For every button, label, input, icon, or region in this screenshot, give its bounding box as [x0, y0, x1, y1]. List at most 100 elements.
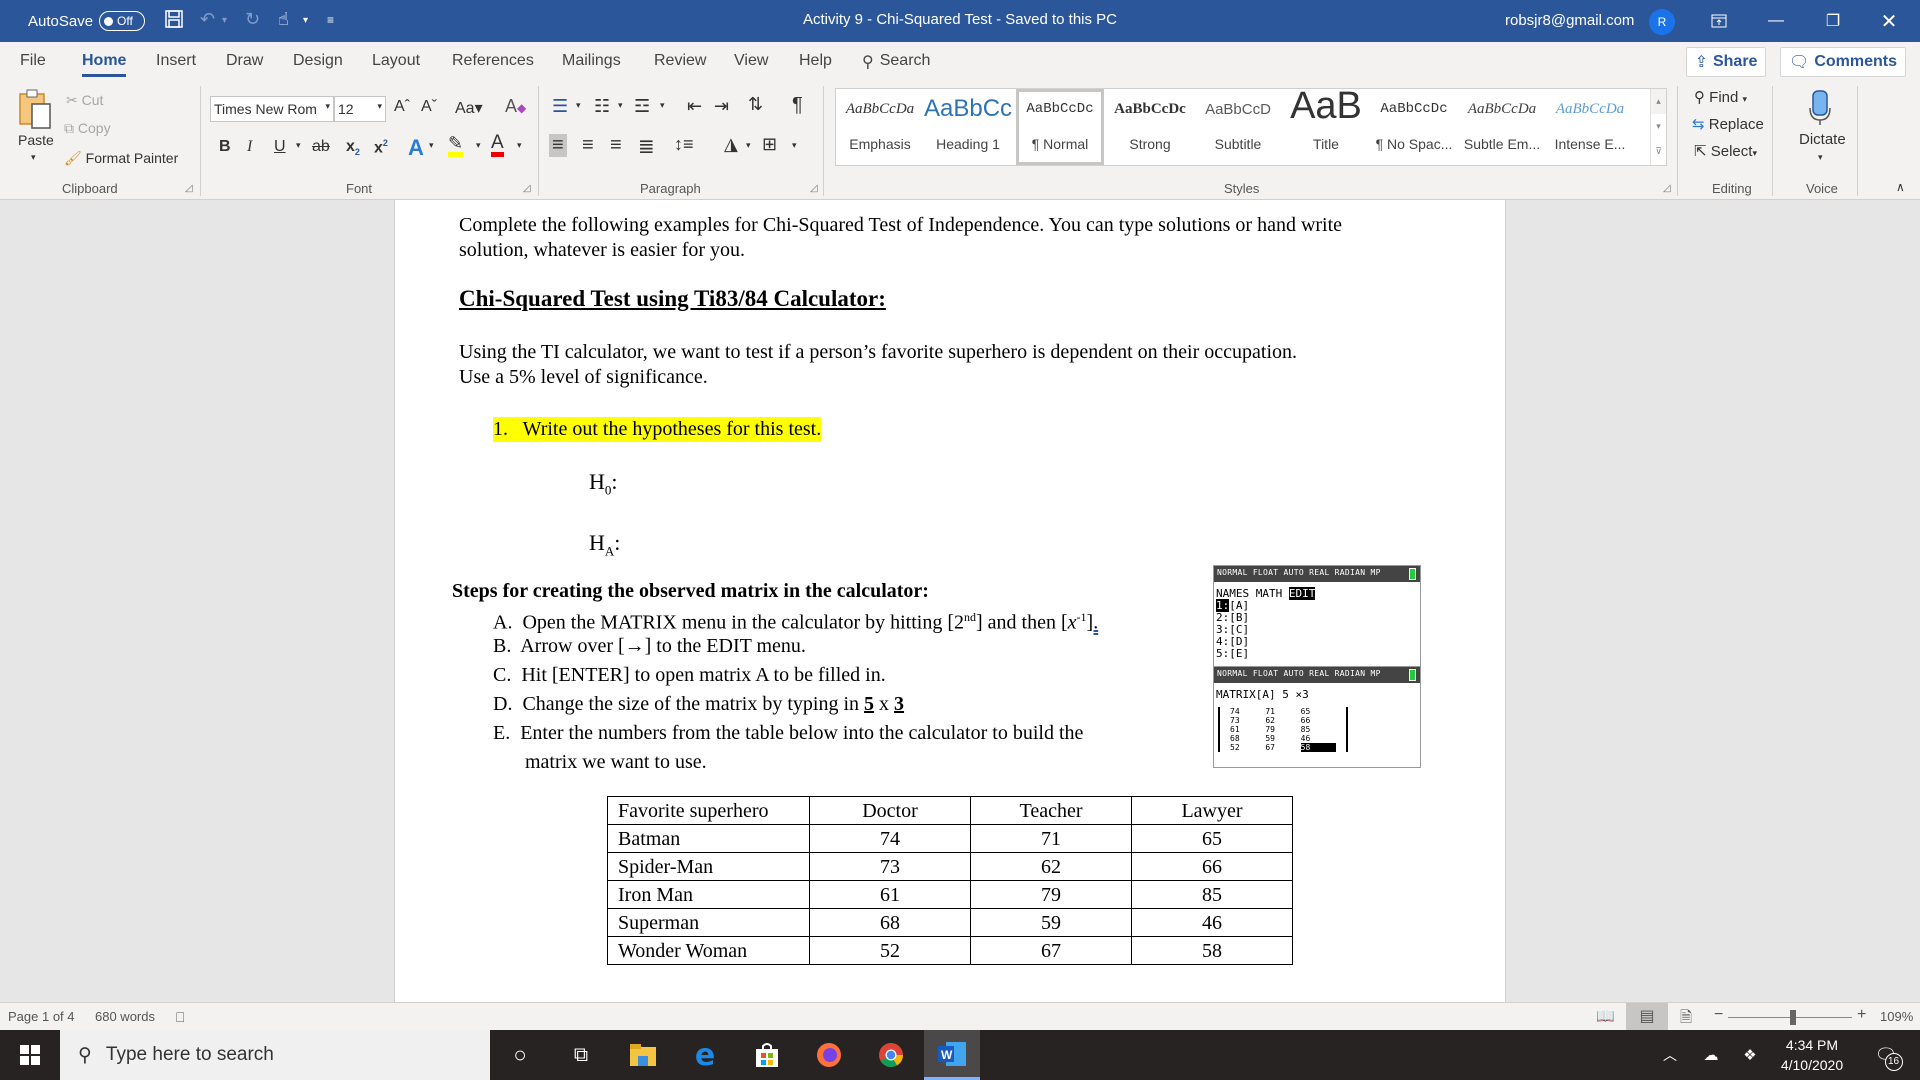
font-color-icon[interactable]: A	[491, 133, 504, 157]
style-no-spacing[interactable]: AaBbCcDc ¶ No Spac...	[1370, 89, 1458, 165]
tab-draw[interactable]: Draw	[226, 52, 263, 70]
font-color-dropdown-icon[interactable]: ▾	[517, 140, 522, 151]
font-launcher-icon[interactable]: ◿	[523, 183, 531, 194]
word-count[interactable]: 680 words	[95, 1009, 155, 1024]
style-title[interactable]: AaB Title	[1282, 85, 1370, 165]
style-normal[interactable]: AaBbCcDc ¶ Normal	[1016, 89, 1104, 165]
document-page[interactable]: Complete the following examples for Chi-…	[394, 200, 1506, 1002]
underline-icon[interactable]: U	[274, 138, 286, 156]
minimize-icon[interactable]: —	[1753, 6, 1799, 36]
clipboard-launcher-icon[interactable]: ◿	[185, 183, 193, 194]
share-button[interactable]: ⇪ Share	[1686, 47, 1766, 77]
edge-icon[interactable]: e	[677, 1030, 733, 1080]
subscript-icon[interactable]: x2	[346, 138, 360, 157]
line-spacing-icon[interactable]: ↕≡	[674, 134, 694, 155]
shading-icon[interactable]: ◮	[724, 134, 738, 155]
highlight-icon[interactable]: ✎	[448, 134, 464, 157]
account-email[interactable]: robsjr8@gmail.com	[1505, 12, 1634, 29]
scroll-up-icon[interactable]: ▴	[1651, 89, 1666, 114]
chrome-icon[interactable]	[863, 1030, 919, 1080]
align-right-icon[interactable]: ≡	[610, 134, 622, 157]
search-box[interactable]: ⚲ Search	[862, 52, 930, 72]
find-button[interactable]: ⚲ Find ▾	[1694, 88, 1747, 106]
file-explorer-icon[interactable]	[615, 1030, 671, 1080]
numbering-dropdown-icon[interactable]: ▾	[618, 100, 623, 111]
scroll-down-icon[interactable]: ▾	[1651, 114, 1666, 139]
close-icon[interactable]: ✕	[1866, 6, 1912, 36]
replace-button[interactable]: ⇆ Replace	[1692, 115, 1764, 133]
clock[interactable]: 4:34 PM 4/10/2020	[1768, 1035, 1856, 1075]
avatar[interactable]: R	[1649, 9, 1675, 35]
tab-review[interactable]: Review	[654, 52, 706, 70]
font-size-select[interactable]: 12 ▾	[334, 96, 386, 122]
font-name-select[interactable]: Times New Rom ▾	[210, 96, 334, 122]
shrink-font-icon[interactable]: Aˇ	[421, 98, 437, 116]
underline-dropdown-icon[interactable]: ▾	[296, 140, 301, 151]
tab-help[interactable]: Help	[799, 52, 832, 70]
decrease-indent-icon[interactable]: ⇤	[687, 96, 702, 117]
tab-mailings[interactable]: Mailings	[562, 52, 621, 70]
styles-launcher-icon[interactable]: ◿	[1663, 183, 1671, 194]
change-case-button[interactable]: Aa▾	[455, 98, 483, 118]
borders-icon[interactable]: ⊞	[762, 134, 777, 155]
text-effects-icon[interactable]: A	[408, 135, 424, 161]
text-effects-dropdown-icon[interactable]: ▾	[429, 140, 434, 151]
cortana-icon[interactable]: ○	[492, 1030, 548, 1080]
ribbon-display-options-icon[interactable]	[1696, 6, 1742, 36]
style-strong[interactable]: AaBbCcDc Strong	[1106, 89, 1194, 165]
grow-font-icon[interactable]: Aˆ	[394, 98, 410, 116]
show-formatting-icon[interactable]: ¶	[792, 94, 803, 117]
numbering-icon[interactable]: ☷	[594, 96, 610, 117]
task-view-icon[interactable]: ⧉	[553, 1030, 609, 1080]
justify-icon[interactable]: ≣	[638, 134, 655, 159]
zoom-out-icon[interactable]: −	[1714, 1006, 1723, 1024]
multilevel-list-icon[interactable]: ☲	[634, 96, 650, 117]
page-count[interactable]: Page 1 of 4	[8, 1009, 75, 1024]
store-icon[interactable]	[739, 1030, 795, 1080]
comments-button[interactable]: 🗨 Comments	[1780, 47, 1906, 77]
strikethrough-icon[interactable]: ab	[312, 138, 330, 156]
dictate-dropdown-icon[interactable]: ▾	[1818, 152, 1823, 163]
bold-icon[interactable]: B	[219, 138, 231, 156]
select-button[interactable]: ⇱ Select▾	[1694, 142, 1757, 160]
firefox-icon[interactable]	[801, 1030, 857, 1080]
collapse-ribbon-icon[interactable]: ∧	[1896, 180, 1905, 194]
web-layout-icon[interactable]: 🗎	[1680, 1007, 1692, 1032]
dropbox-icon[interactable]: ❖	[1738, 1030, 1762, 1080]
paste-dropdown-icon[interactable]: ▾	[31, 152, 36, 163]
proofing-icon[interactable]: ⎕	[176, 1009, 184, 1026]
styles-scrollbar[interactable]: ▴ ▾ ⊽	[1650, 89, 1666, 165]
bullets-dropdown-icon[interactable]: ▾	[576, 100, 581, 111]
copy-button[interactable]: ⧉ Copy	[64, 120, 111, 137]
zoom-in-icon[interactable]: +	[1857, 1006, 1866, 1024]
format-painter-button[interactable]: 🖌 Format Painter	[64, 150, 178, 167]
bullets-icon[interactable]: ☰	[552, 96, 568, 117]
action-center-icon[interactable]: 🗨 16	[1866, 1030, 1906, 1080]
tab-design[interactable]: Design	[293, 52, 343, 70]
increase-indent-icon[interactable]: ⇥	[714, 96, 729, 117]
tab-home[interactable]: Home	[82, 52, 127, 77]
onedrive-sync-icon[interactable]: ☁	[1697, 1030, 1725, 1080]
tab-layout[interactable]: Layout	[372, 52, 420, 70]
style-subtle-emphasis[interactable]: AaBbCcDa Subtle Em...	[1458, 89, 1546, 165]
highlight-dropdown-icon[interactable]: ▾	[476, 140, 481, 151]
start-button[interactable]	[0, 1030, 60, 1080]
shading-dropdown-icon[interactable]: ▾	[746, 140, 751, 151]
word-icon[interactable]: W	[924, 1030, 980, 1080]
more-styles-icon[interactable]: ⊽	[1651, 139, 1666, 164]
cut-button[interactable]: ✂ Cut	[66, 92, 103, 109]
tab-file[interactable]: File	[20, 52, 46, 70]
zoom-level[interactable]: 109%	[1880, 1009, 1913, 1024]
align-center-icon[interactable]: ≡	[582, 134, 594, 157]
restore-icon[interactable]: ❐	[1810, 6, 1856, 36]
tab-insert[interactable]: Insert	[156, 52, 196, 70]
clear-formatting-icon[interactable]: A◆	[505, 96, 526, 117]
tab-view[interactable]: View	[734, 52, 768, 70]
show-hidden-icons-icon[interactable]: ︿	[1658, 1030, 1682, 1080]
superscript-icon[interactable]: x2	[374, 138, 388, 157]
print-layout-icon[interactable]: ▤	[1626, 1003, 1668, 1030]
italic-icon[interactable]: I	[247, 138, 252, 156]
sort-icon[interactable]: ⇅	[748, 94, 763, 115]
paragraph-launcher-icon[interactable]: ◿	[810, 183, 818, 194]
multilevel-dropdown-icon[interactable]: ▾	[660, 100, 665, 111]
